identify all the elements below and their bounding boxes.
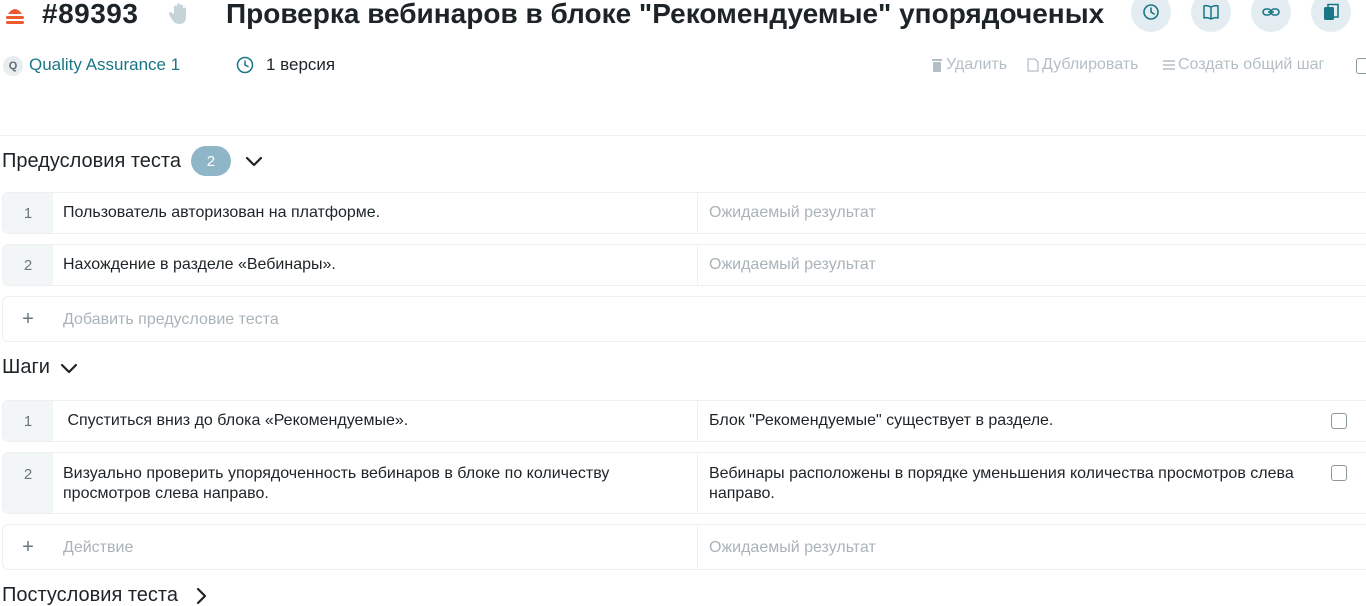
precondition-row[interactable]: 1 Пользователь авторизован на платформе.…	[2, 192, 1366, 234]
divider	[0, 135, 1366, 136]
copy-button[interactable]	[1311, 0, 1351, 32]
precondition-action[interactable]: Пользователь авторизован на платформе.	[63, 203, 380, 223]
result-cell[interactable]: Блок "Рекомендуемые" существует в раздел…	[697, 401, 1053, 441]
trash-icon	[932, 59, 942, 72]
case-header: #89393 Проверка вебинаров в блоке "Реком…	[0, 0, 1366, 36]
history-icon	[1143, 4, 1159, 20]
result-placeholder: Ожидаемый результат	[709, 204, 876, 221]
row-number: 2	[3, 453, 53, 513]
add-precondition-input[interactable]: Добавить предусловие теста	[63, 310, 279, 330]
manual-hand-icon	[168, 3, 186, 24]
add-icon[interactable]: +	[3, 297, 53, 341]
copy-icon	[1324, 3, 1339, 20]
postconditions-header[interactable]: Постусловия теста	[2, 584, 212, 606]
case-title: Проверка вебинаров в блоке "Рекомендуемы…	[226, 0, 1112, 29]
project-badge: Q	[3, 56, 23, 76]
row-number: 1	[3, 401, 53, 441]
step-row[interactable]: 1 Спуститься вниз до блока «Рекомендуемы…	[2, 400, 1366, 442]
steps-header[interactable]: Шаги	[2, 356, 80, 379]
step-checkbox[interactable]	[1331, 413, 1347, 429]
chevron-down-icon[interactable]	[58, 357, 80, 379]
version-link[interactable]: 1 версия	[266, 55, 335, 75]
step-action[interactable]: Спуститься вниз до блока «Рекомендуемые»…	[63, 411, 408, 431]
step-checkbox[interactable]	[1331, 465, 1347, 481]
delete-button[interactable]: Удалить	[931, 56, 1007, 74]
chevron-right-icon[interactable]	[190, 585, 212, 606]
preconditions-header[interactable]: Предусловия теста 2	[2, 146, 265, 176]
step-row[interactable]: 2 Визуально проверить упорядоченность ве…	[2, 452, 1366, 514]
book-button[interactable]	[1191, 0, 1231, 32]
result-cell[interactable]: Ожидаемый результат	[697, 245, 876, 285]
preconditions-count-badge: 2	[190, 146, 231, 176]
duplicate-icon	[1027, 58, 1039, 72]
meta-row: Q Quality Assurance 1 1 версия Удалить Д…	[0, 54, 1366, 78]
row-number: 1	[3, 193, 53, 233]
preconditions-title: Предусловия теста	[2, 149, 181, 172]
list-icon	[1163, 60, 1175, 70]
row-number: 2	[3, 245, 53, 285]
step-result[interactable]: Блок "Рекомендуемые" существует в раздел…	[709, 411, 1053, 431]
delete-label: Удалить	[946, 56, 1008, 73]
clock-icon	[236, 56, 254, 74]
postconditions-title: Постусловия теста	[2, 584, 178, 606]
add-step-row[interactable]: + Действие Ожидаемый результат	[2, 524, 1366, 570]
step-action[interactable]: Визуально проверить упорядоченность веби…	[63, 464, 663, 504]
result-cell[interactable]: Ожидаемый результат	[697, 193, 876, 233]
precondition-row[interactable]: 2 Нахождение в разделе «Вебинары». Ожида…	[2, 244, 1366, 286]
chevron-down-icon[interactable]	[243, 150, 265, 172]
link-button[interactable]	[1251, 0, 1291, 32]
action-input[interactable]: Действие	[63, 538, 133, 558]
book-icon	[1203, 4, 1219, 20]
case-id: #89393	[42, 0, 139, 29]
project-link[interactable]: Quality Assurance 1	[29, 55, 180, 75]
priority-high-icon	[6, 9, 24, 24]
duplicate-button[interactable]: Дублировать	[1027, 56, 1138, 74]
precondition-action[interactable]: Нахождение в разделе «Вебинары».	[63, 255, 336, 275]
history-button[interactable]	[1131, 0, 1171, 32]
select-all-checkbox[interactable]	[1356, 58, 1366, 74]
add-precondition-row[interactable]: + Добавить предусловие теста	[2, 296, 1366, 342]
result-placeholder: Ожидаемый результат	[709, 256, 876, 273]
create-shared-step-button[interactable]: Создать общий шаг	[1163, 56, 1324, 74]
step-result[interactable]: Вебинары расположены в порядке уменьшени…	[709, 464, 1339, 504]
add-icon[interactable]: +	[3, 525, 53, 569]
result-cell[interactable]: Вебинары расположены в порядке уменьшени…	[697, 453, 1294, 513]
link-icon	[1262, 8, 1280, 16]
create-shared-step-label: Создать общий шаг	[1178, 56, 1325, 73]
result-input[interactable]: Ожидаемый результат	[709, 538, 876, 558]
duplicate-label: Дублировать	[1042, 56, 1139, 73]
result-cell[interactable]: Ожидаемый результат	[697, 525, 876, 569]
steps-title: Шаги	[2, 356, 50, 378]
